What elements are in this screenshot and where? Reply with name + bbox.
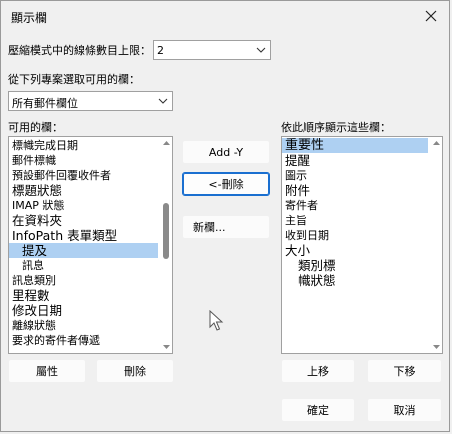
max-lines-value: 2 — [157, 44, 164, 57]
close-icon — [425, 10, 437, 22]
add-button[interactable]: Add -Y — [182, 140, 270, 164]
list-item[interactable]: 類別標 — [282, 258, 428, 273]
list-item-selected[interactable]: 重要性 — [282, 138, 428, 153]
source-selected-value: 所有郵件欄位 — [12, 97, 78, 110]
dialog-title: 顯示欄 — [11, 11, 48, 25]
chevron-down-icon — [256, 47, 266, 53]
scroll-up-button[interactable] — [430, 137, 442, 149]
list-item[interactable]: 主旨 — [282, 213, 428, 228]
list-item[interactable]: 圖示 — [282, 168, 428, 183]
list-item[interactable]: 在資料夾 — [9, 213, 158, 228]
list-item[interactable]: 大小 — [282, 243, 428, 258]
max-lines-label: 壓縮模式中的線條數目上限： — [8, 44, 151, 57]
list-item-selected[interactable]: 提及 — [9, 243, 158, 258]
max-lines-combo[interactable]: 2 — [153, 40, 271, 60]
chevron-down-icon — [432, 345, 440, 349]
ordered-scrollbar[interactable] — [430, 137, 442, 353]
scroll-up-button[interactable] — [160, 137, 172, 149]
list-item[interactable]: IMAP 狀態 — [9, 198, 158, 213]
scroll-down-button[interactable] — [160, 341, 172, 353]
source-select[interactable]: 所有郵件欄位 — [8, 91, 173, 111]
ok-button[interactable]: 確定 — [281, 398, 355, 422]
close-button[interactable] — [417, 3, 445, 29]
scroll-down-button[interactable] — [430, 341, 442, 353]
move-down-button[interactable]: 下移 — [367, 359, 442, 383]
list-item[interactable]: 預設郵件回覆收件者 — [9, 168, 158, 183]
cancel-button[interactable]: 取消 — [367, 398, 442, 422]
title-bar: 顯示欄 — [1, 1, 449, 33]
max-lines-dropdown-button[interactable] — [252, 41, 270, 59]
new-column-button[interactable]: 新欄... — [182, 215, 270, 239]
ordered-columns-list[interactable]: 重要性 提醒 圖示 附件 寄件者 主旨 收到日期 大小 類別標 幟狀態 — [281, 136, 443, 354]
list-item[interactable]: InfoPath 表單類型 — [9, 228, 158, 243]
available-scrollbar[interactable] — [160, 137, 172, 353]
mouse-pointer-icon — [209, 310, 224, 331]
list-item[interactable]: 修改日期 — [9, 303, 158, 318]
show-columns-dialog: 顯示欄 壓縮模式中的線條數目上限： 2 從下列專案選取可用的欄： 所有郵件欄位 … — [0, 0, 450, 432]
ordered-label: 依此順序顯示這些欄： — [281, 121, 391, 134]
chevron-down-icon — [162, 345, 170, 349]
properties-button[interactable]: 屬性 — [8, 359, 86, 383]
list-item[interactable]: 標幟完成日期 — [9, 138, 158, 153]
list-item[interactable]: 離線狀態 — [9, 318, 158, 333]
remove-button[interactable]: <-刪除 — [182, 172, 270, 196]
list-item[interactable]: 里程數 — [9, 288, 158, 303]
move-up-button[interactable]: 上移 — [281, 359, 355, 383]
list-item[interactable]: 訊息類別 — [9, 273, 158, 288]
list-item[interactable]: 寄件者 — [282, 198, 428, 213]
list-item[interactable]: 要求的寄件者傳遞 — [9, 333, 158, 348]
list-item[interactable]: 提醒 — [282, 153, 428, 168]
list-item[interactable]: 收到日期 — [282, 228, 428, 243]
available-columns-list[interactable]: 標幟完成日期 郵件標幟 預設郵件回覆收件者 標題狀態 IMAP 狀態 在資料夾 … — [8, 136, 173, 354]
list-item[interactable]: 訊息 — [9, 258, 158, 273]
delete-button[interactable]: 刪除 — [96, 359, 174, 383]
list-item[interactable]: 郵件標幟 — [9, 153, 158, 168]
chevron-up-icon — [432, 141, 440, 145]
chevron-down-icon — [158, 98, 168, 104]
source-label: 從下列專案選取可用的欄： — [8, 73, 140, 86]
source-dropdown-button[interactable] — [154, 92, 172, 110]
list-item[interactable]: 幟狀態 — [282, 273, 428, 288]
scroll-thumb[interactable] — [163, 203, 169, 259]
list-item[interactable]: 標題狀態 — [9, 183, 158, 198]
chevron-up-icon — [162, 141, 170, 145]
list-item[interactable]: 附件 — [282, 183, 428, 198]
available-label: 可用的欄： — [8, 121, 63, 134]
